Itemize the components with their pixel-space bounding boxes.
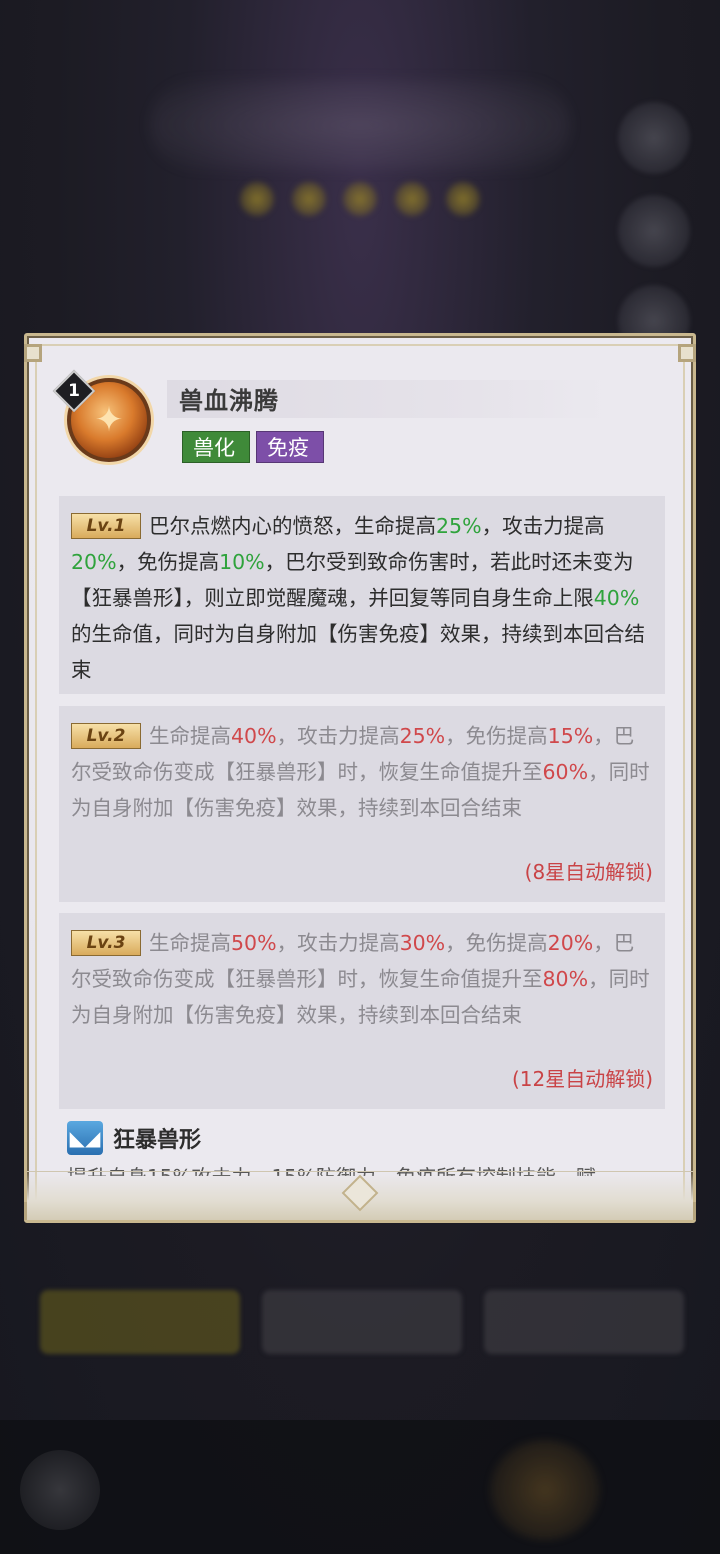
level-badge: Lv.2: [71, 723, 141, 749]
unlock-condition: (12星自动解锁): [511, 1067, 653, 1091]
star-icon: [291, 182, 326, 216]
star-icon: [343, 182, 377, 216]
level-badge: Lv.3: [71, 930, 141, 956]
stat-value: 20%: [547, 931, 594, 955]
tag-immune: 免疫: [256, 431, 324, 463]
skill-detail-panel: ✦ 1 兽血沸腾 兽化 免疫 Lv.1 巴尔点燃内心的愤怒，生命提高25%，攻击力…: [24, 333, 696, 1223]
background-nav-bar: [0, 1420, 720, 1554]
level-description: 生命提高50%，攻击力提高30%，免伤提高20%，巴尔受致命伤变成【狂暴兽形】时…: [71, 931, 650, 1027]
background-side-button: [618, 195, 690, 267]
level-block-3: Lv.3 生命提高50%，攻击力提高30%，免伤提高20%，巴尔受致命伤变成【狂暴…: [59, 913, 665, 1109]
unlock-condition: (8星自动解锁): [524, 860, 653, 884]
level-block-2: Lv.2 生命提高40%，攻击力提高25%，免伤提高15%，巴尔受致命伤变成【狂暴…: [59, 706, 665, 902]
level-block-1: Lv.1 巴尔点燃内心的愤怒，生命提高25%，攻击力提高20%，免伤提高10%，巴…: [59, 496, 665, 694]
beast-icon: ✦: [94, 400, 124, 440]
stat-value: 20%: [71, 550, 117, 574]
stat-value: 25%: [436, 514, 482, 538]
corner-ornament: [678, 344, 696, 362]
description-text: ，攻击力提高: [276, 931, 400, 955]
description-text: ，攻击力提高: [481, 514, 605, 538]
description-text: 生命提高: [149, 724, 231, 748]
background-hero-name: [150, 80, 570, 170]
background-star-row: [240, 182, 480, 222]
description-text: 的生命值，同时为自身附加【伤害免疫】效果，持续到本回合结束: [71, 622, 645, 682]
star-icon: [240, 182, 274, 216]
star-icon: [394, 182, 429, 216]
corner-ornament: [24, 344, 42, 362]
stat-value: 80%: [542, 967, 589, 991]
level-badge: Lv.1: [71, 513, 141, 539]
stat-value: 50%: [231, 931, 277, 955]
stat-value: 40%: [593, 586, 640, 610]
description-text: 生命提高: [149, 931, 231, 955]
stat-value: 30%: [399, 931, 446, 955]
form-section-header: ◣◢ 狂暴兽形: [67, 1121, 201, 1155]
form-title: 狂暴兽形: [113, 1128, 202, 1153]
stat-value: 40%: [231, 724, 277, 748]
background-action-button: [262, 1290, 462, 1354]
stat-value: 10%: [219, 550, 265, 574]
skill-title: 兽血沸腾: [179, 387, 279, 415]
description-text: ，免伤提高: [445, 931, 548, 955]
background-side-button: [618, 102, 690, 174]
cat-head-icon: ◣◢: [67, 1121, 103, 1155]
background-action-button: [40, 1290, 240, 1354]
tag-beast: 兽化: [182, 431, 250, 463]
level-description: 生命提高40%，攻击力提高25%，免伤提高15%，巴尔受致命伤变成【狂暴兽形】时…: [71, 724, 650, 820]
background-nav-button: [20, 1450, 100, 1530]
background-action-button: [484, 1290, 684, 1354]
level-description: 巴尔点燃内心的愤怒，生命提高25%，攻击力提高20%，免伤提高10%，巴尔受到致…: [71, 514, 645, 682]
star-icon: [446, 182, 480, 216]
stat-value: 25%: [399, 724, 446, 748]
description-text: ，攻击力提高: [276, 724, 400, 748]
stat-value: 60%: [542, 760, 589, 784]
description-text: 巴尔点燃内心的愤怒，生命提高: [149, 514, 436, 538]
description-text: ，免伤提高: [116, 550, 220, 574]
description-text: ，免伤提高: [445, 724, 548, 748]
skill-level-number: 1: [68, 381, 80, 401]
stat-value: 15%: [547, 724, 594, 748]
background-nav-highlight: [490, 1440, 600, 1540]
